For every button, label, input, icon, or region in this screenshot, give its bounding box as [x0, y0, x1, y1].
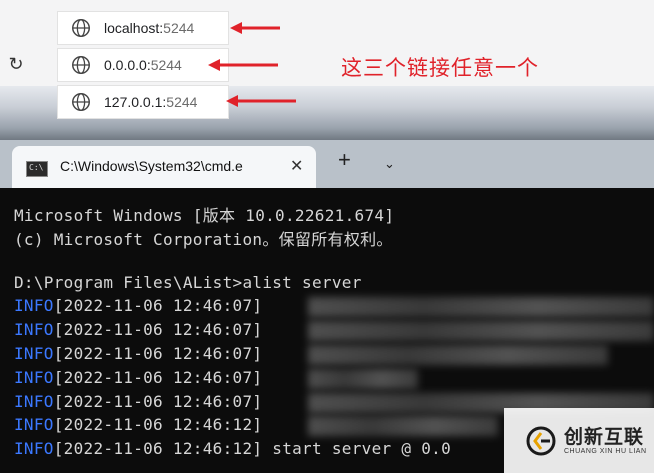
terminal-tab-bar: C:\Windows\System32\cmd.e ✕ — [0, 140, 654, 188]
globe-icon — [72, 19, 90, 37]
log-time: [2022-11-06 12:46:12] — [53, 415, 263, 434]
close-icon[interactable]: ✕ — [290, 156, 303, 176]
log-time: [2022-11-06 12:46:07] — [53, 344, 263, 363]
log-level: INFO — [14, 392, 54, 411]
redacted-text — [308, 321, 654, 341]
annotation-note: 这三个链接任意一个 — [341, 57, 539, 80]
suggestion-host: localhost: — [104, 20, 164, 36]
redacted-text — [308, 369, 418, 389]
log-line: INFO[2022-11-06 12:46:07] — [14, 320, 262, 339]
log-line: INFO[2022-11-06 12:46:07] — [14, 344, 262, 363]
console-line: (c) Microsoft Corporation。保留所有权利。 — [14, 230, 393, 249]
suggestion-loopback[interactable]: 127.0.0.1: 5244 — [58, 86, 228, 118]
log-level: INFO — [14, 344, 54, 363]
chevron-down-icon[interactable]: ⌄ — [384, 156, 395, 172]
log-line: INFO[2022-11-06 12:46:07] — [14, 368, 262, 387]
log-line: INFO[2022-11-06 12:46:12] start server @… — [14, 439, 451, 458]
console-line: D:\Program Files\AList>alist server — [14, 273, 362, 292]
cmd-icon — [26, 161, 48, 177]
watermark-subtext: CHUANG XIN HU LIAN — [564, 448, 647, 455]
log-message: [2022-11-06 12:46:12] start server @ 0.0 — [53, 439, 452, 458]
new-tab-button[interactable]: + — [338, 148, 351, 172]
log-level: INFO — [14, 368, 54, 387]
arrow-icon — [230, 22, 280, 34]
suggestion-port: 5244 — [150, 57, 182, 73]
log-time: [2022-11-06 12:46:07] — [53, 320, 263, 339]
arrow-icon — [208, 59, 278, 71]
suggestion-port: 5244 — [166, 94, 198, 110]
log-level: INFO — [14, 439, 54, 458]
watermark-text: 创新互联 — [564, 427, 645, 448]
redacted-text — [308, 416, 498, 436]
tab-title: C:\Windows\System32\cmd.e — [60, 158, 243, 174]
suggestion-host: 0.0.0.0: — [104, 57, 151, 73]
log-time: [2022-11-06 12:46:07] — [53, 368, 263, 387]
suggestion-port: 5244 — [163, 20, 195, 36]
tab-cmd[interactable]: C:\Windows\System32\cmd.e ✕ — [12, 146, 316, 188]
redacted-text — [308, 345, 608, 365]
suggestion-all-interfaces[interactable]: 0.0.0.0: 5244 — [58, 49, 228, 81]
globe-icon — [72, 56, 90, 74]
log-line: INFO[2022-11-06 12:46:12] — [14, 415, 262, 434]
suggestion-host: 127.0.0.1: — [104, 94, 167, 110]
log-time: [2022-11-06 12:46:07] — [53, 296, 263, 315]
log-line: INFO[2022-11-06 12:46:07] — [14, 296, 262, 315]
suggestion-localhost[interactable]: localhost: 5244 — [58, 12, 228, 44]
globe-icon — [72, 93, 90, 111]
refresh-icon[interactable]: ↻ — [6, 54, 26, 74]
arrow-icon — [226, 95, 296, 107]
console-line: Microsoft Windows [版本 10.0.22621.674] — [14, 206, 395, 225]
log-line: INFO[2022-11-06 12:46:07] — [14, 392, 262, 411]
redacted-text — [308, 297, 654, 317]
log-level: INFO — [14, 296, 54, 315]
log-level: INFO — [14, 415, 54, 434]
log-time: [2022-11-06 12:46:07] — [53, 392, 263, 411]
log-level: INFO — [14, 320, 54, 339]
watermark: 创新互联 CHUANG XIN HU LIAN — [504, 408, 654, 473]
logo-icon — [526, 426, 556, 456]
